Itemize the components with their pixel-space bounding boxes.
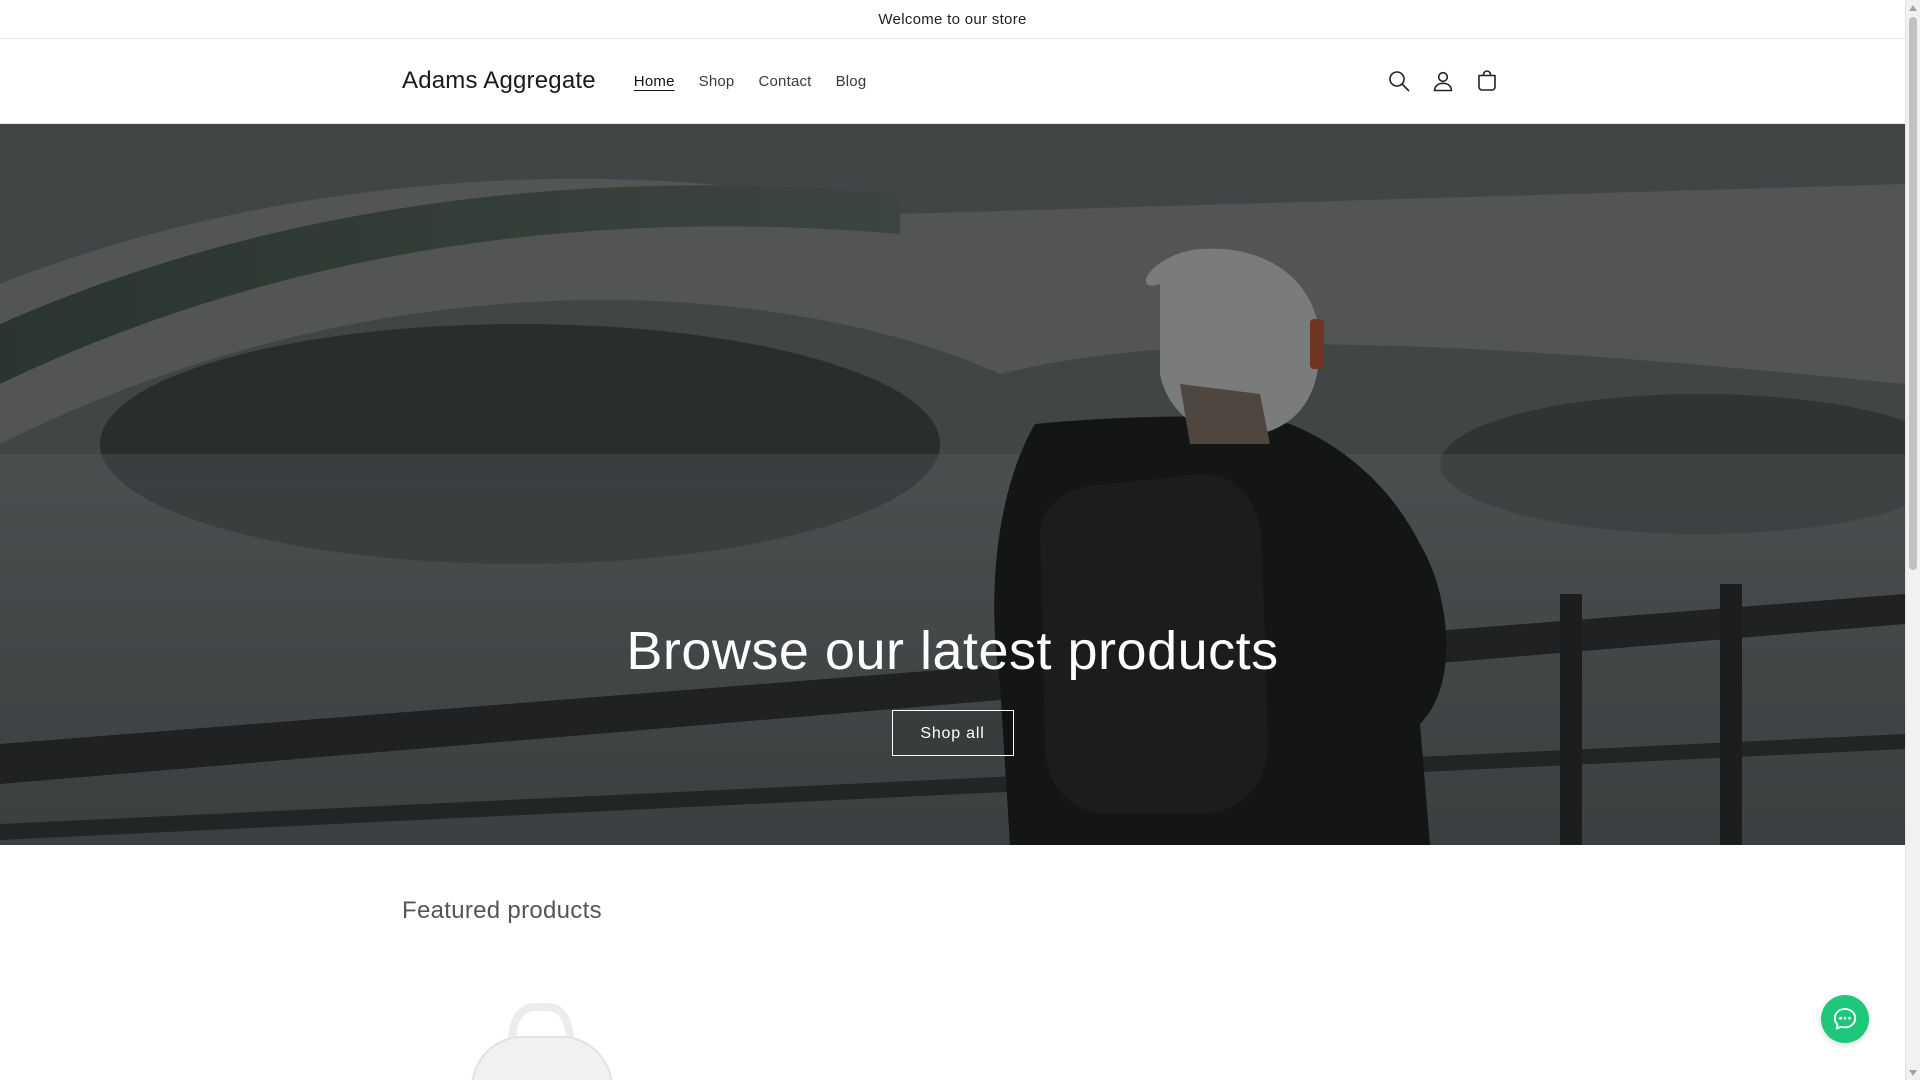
triangle-up-icon (1909, 4, 1917, 11)
cart-button[interactable] (1472, 66, 1502, 96)
announcement-bar: Welcome to our store (0, 0, 1905, 39)
scroll-up-arrow[interactable] (1906, 0, 1920, 15)
hero-banner: Browse our latest products Shop all (0, 124, 1905, 845)
search-icon (1389, 71, 1410, 92)
product-image-backpack[interactable] (462, 1003, 622, 1080)
store-logo[interactable]: Adams Aggregate (402, 67, 596, 95)
hero-title: Browse our latest products (626, 621, 1279, 681)
cart-icon (1478, 70, 1496, 91)
featured-products-section: Featured products (0, 845, 1905, 1080)
nav-shop[interactable]: Shop (687, 73, 747, 90)
main-nav: Home Shop Contact Blog (622, 73, 879, 90)
featured-title: Featured products (402, 897, 602, 924)
account-icon (1433, 71, 1453, 92)
header-icons (1384, 66, 1502, 96)
nav-home[interactable]: Home (622, 73, 687, 90)
hero-content: Browse our latest products Shop all (0, 620, 1905, 756)
nav-blog[interactable]: Blog (824, 73, 879, 90)
search-button[interactable] (1384, 66, 1414, 96)
nav-contact[interactable]: Contact (746, 73, 823, 90)
scroll-area: Welcome to our store Adams Aggregate Hom… (0, 0, 1905, 1080)
chat-icon (1833, 1008, 1857, 1030)
page: Welcome to our store Adams Aggregate Hom… (0, 0, 1920, 1080)
page-scrollbar[interactable] (1905, 0, 1920, 1080)
backpack-body (472, 1037, 612, 1080)
chat-button[interactable] (1821, 995, 1869, 1043)
account-button[interactable] (1428, 66, 1458, 96)
scroll-down-arrow[interactable] (1906, 1065, 1920, 1080)
triangle-down-icon (1909, 1069, 1917, 1076)
header-inner: Adams Aggregate Home Shop Contact Blog (402, 39, 1502, 123)
shop-all-button[interactable]: Shop all (891, 710, 1014, 756)
site-header: Adams Aggregate Home Shop Contact Blog (0, 39, 1905, 124)
announcement-text: Welcome to our store (878, 10, 1027, 28)
scrollbar-thumb[interactable] (1909, 17, 1917, 570)
